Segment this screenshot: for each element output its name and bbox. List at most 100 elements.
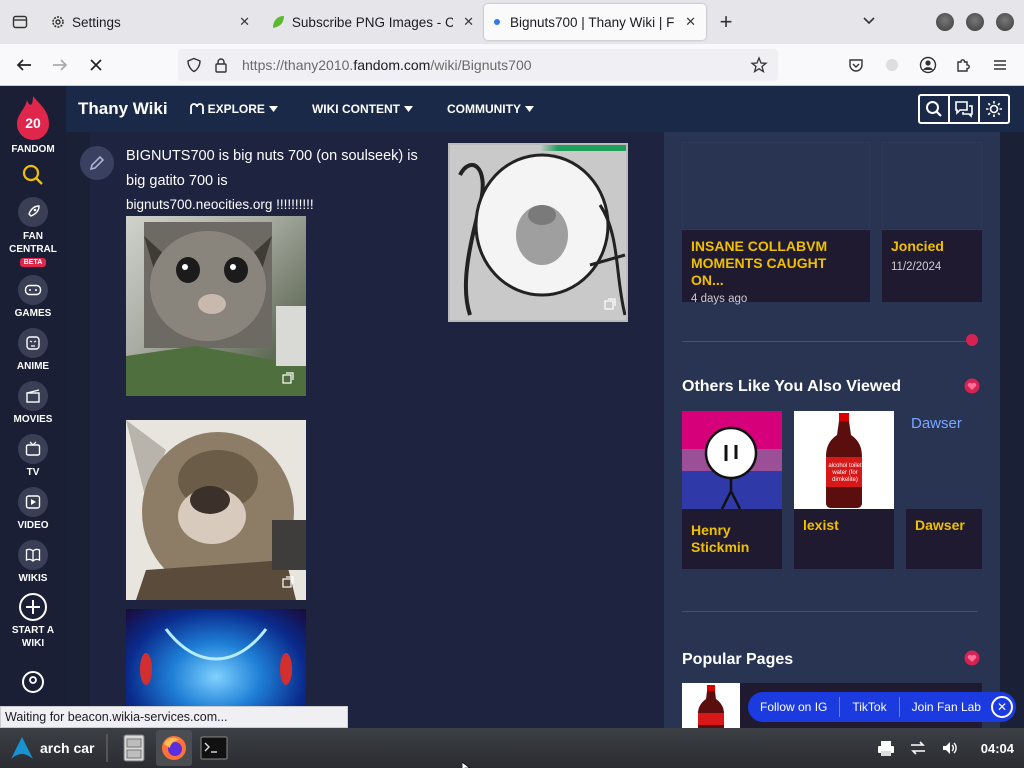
tab-title: Settings <box>72 14 121 30</box>
section-divider <box>682 341 978 342</box>
rail-item-games[interactable]: GAMES <box>15 275 51 319</box>
tab-subscribe[interactable]: Subscribe PNG Images - Clea ✕ <box>260 0 484 44</box>
minimize-button[interactable] <box>936 13 954 31</box>
window-controls <box>936 13 1014 31</box>
article-line: big gatito 700 is <box>126 172 228 189</box>
expand-icon[interactable] <box>282 372 294 384</box>
expand-icon[interactable] <box>282 576 294 588</box>
rail-item-movies[interactable]: MOVIES <box>13 381 53 425</box>
close-tab-icon[interactable]: ✕ <box>229 14 250 30</box>
tiktok-link[interactable]: TikTok <box>840 697 900 717</box>
url-bar[interactable]: https://thany2010.fandom.com/wiki/Bignut… <box>178 49 778 81</box>
play-icon <box>18 487 48 517</box>
cat-closeup-image[interactable] <box>126 420 306 600</box>
henry-stickmin-image <box>682 411 782 510</box>
rail-item-tv[interactable]: TV <box>18 434 48 478</box>
rail-item-video[interactable]: VIDEO <box>17 487 49 531</box>
nav-explore[interactable]: EXPLORE <box>189 102 278 116</box>
clapperboard-icon <box>18 381 48 411</box>
tab-settings[interactable]: Settings ✕ <box>40 0 260 44</box>
article-link[interactable]: bignuts700.neocities.org !!!!!!!!!! <box>126 193 426 218</box>
expand-icon[interactable] <box>604 298 616 310</box>
close-tab-icon[interactable]: ✕ <box>453 14 474 30</box>
file-manager-task[interactable] <box>116 730 152 766</box>
gamepad-icon <box>17 275 48 305</box>
recent-card[interactable]: Joncied 11/2/2024 <box>882 230 982 302</box>
network-icon[interactable] <box>909 739 927 757</box>
rail-item-wikis[interactable]: WIKIS <box>18 540 48 584</box>
lexist-image: alcohol toilet water (for dimkelite) <box>794 411 894 509</box>
terminal-task[interactable] <box>196 730 232 766</box>
nav-community[interactable]: COMMUNITY <box>447 102 534 116</box>
search-button[interactable] <box>918 94 950 124</box>
recent-card-date: 4 days ago <box>691 293 748 305</box>
heart-icon <box>964 378 980 394</box>
url-domain: fandom.com <box>353 57 431 73</box>
rec-card-label: lexist <box>803 517 839 533</box>
popular-page-thumbnail <box>682 683 740 728</box>
extension-disabled-button[interactable] <box>874 47 910 83</box>
kitten-illustration <box>126 222 306 396</box>
start-menu-button[interactable]: arch car <box>10 736 94 760</box>
rec-card-label: Dawser <box>915 517 965 533</box>
forward-button[interactable] <box>42 47 78 83</box>
rail-search[interactable] <box>21 163 45 187</box>
rec-card-dawser[interactable]: Dawser Dawser <box>906 411 982 569</box>
rail-item-anime[interactable]: ANIME <box>17 328 49 372</box>
sketch-illustration <box>458 153 626 316</box>
content-gutter <box>66 132 90 728</box>
sketch-image[interactable] <box>448 143 628 322</box>
tab-bignuts700[interactable]: Bignuts700 | Thany Wiki | Fa ✕ <box>484 4 706 40</box>
maximize-button[interactable] <box>966 13 984 31</box>
clock[interactable]: 04:04 <box>981 741 1014 756</box>
rail-item-fan-central[interactable]: FAN CENTRAL BETA <box>8 197 58 267</box>
hamburger-icon <box>994 60 1006 70</box>
stop-button[interactable] <box>78 47 114 83</box>
new-tab-button[interactable]: + <box>706 9 746 35</box>
extensions-button[interactable] <box>946 47 982 83</box>
tab-overflow-button[interactable] <box>854 13 884 31</box>
close-tab-icon[interactable]: ✕ <box>675 14 696 30</box>
arrow-right-icon <box>53 58 68 71</box>
close-icon <box>90 58 102 71</box>
volume-icon[interactable] <box>941 739 959 757</box>
discussions-button[interactable] <box>948 94 980 124</box>
printer-icon[interactable] <box>877 739 895 757</box>
search-icon <box>22 164 43 185</box>
rec-card-lexist[interactable]: alcohol toilet water (for dimkelite) lex… <box>794 411 894 569</box>
menu-button[interactable] <box>982 47 1018 83</box>
fandom-logo[interactable]: 20 FANDOM <box>11 94 55 155</box>
wiki-title[interactable]: Thany Wiki <box>78 99 168 119</box>
pocket-button[interactable] <box>838 47 874 83</box>
nav-wiki-content[interactable]: WIKI CONTENT <box>312 102 413 116</box>
close-follow-bar-button[interactable]: ✕ <box>991 696 1013 718</box>
wiki-nav: EXPLORE WIKI CONTENT COMMUNITY <box>189 102 568 116</box>
close-window-button[interactable] <box>996 13 1014 31</box>
url-path: /wiki/Bignuts700 <box>430 57 532 73</box>
rail-account[interactable] <box>21 670 45 694</box>
star-icon[interactable] <box>750 56 768 74</box>
tab-title: Subscribe PNG Images - Clea <box>291 14 454 30</box>
rail-item-start-a-wiki[interactable]: START A WIKI <box>8 592 58 650</box>
abstract-blue-image[interactable] <box>126 609 306 706</box>
abstract-blue-illustration <box>140 628 292 685</box>
kitten-image[interactable] <box>126 216 306 396</box>
follow-ig-link[interactable]: Follow on IG <box>748 697 841 717</box>
cat-closeup-illustration <box>126 420 306 600</box>
firefox-task[interactable] <box>156 730 193 766</box>
tab-list-button[interactable] <box>0 0 40 44</box>
nav-label: COMMUNITY <box>446 102 521 116</box>
browser-status-text: Waiting for beacon.wikia-services.com... <box>0 706 348 728</box>
account-button[interactable] <box>910 47 946 83</box>
back-button[interactable] <box>6 47 42 83</box>
recent-card[interactable]: INSANE COLLABVM MOMENTS CAUGHT ON... 4 d… <box>682 230 870 305</box>
edit-button[interactable] <box>80 146 114 180</box>
header-actions <box>918 94 1010 124</box>
rec-card-henry-stickmin[interactable]: Henry Stickmin <box>682 411 782 569</box>
fandom-logo-number: 20 <box>25 115 41 131</box>
user-icon <box>22 671 44 693</box>
rail-item-label: MOVIES <box>13 414 53 425</box>
join-fan-lab-link[interactable]: Join Fan Lab <box>900 697 993 717</box>
dawser-broken-image-alt: Dawser <box>906 411 982 509</box>
theme-toggle-button[interactable] <box>978 94 1010 124</box>
